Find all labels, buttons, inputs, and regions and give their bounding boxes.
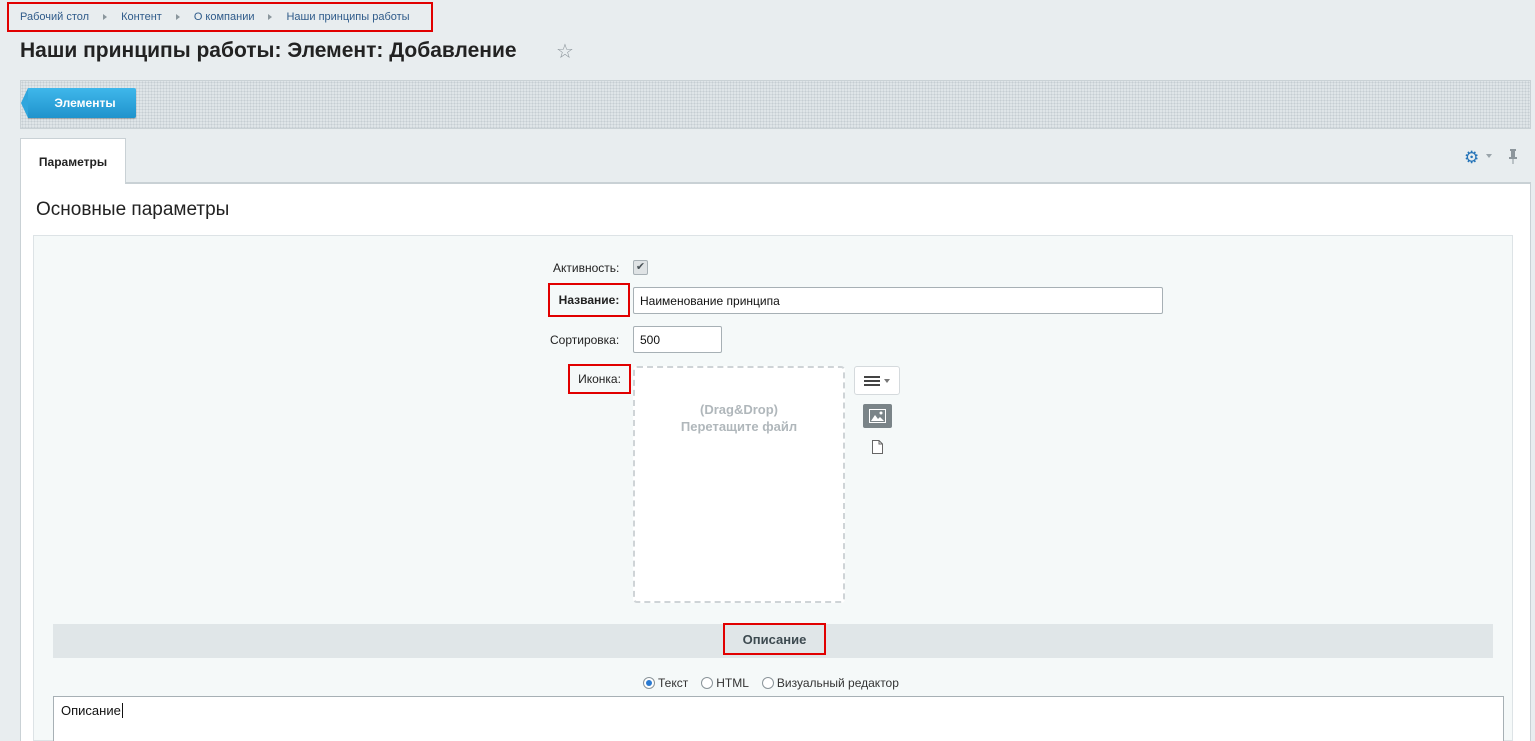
image-icon[interactable] [863, 404, 892, 428]
breadcrumb-arrow-icon [103, 14, 108, 20]
menu-icon [864, 375, 880, 386]
mode-visual-option[interactable]: Визуальный редактор [761, 676, 899, 690]
dropzone-text: Перетащите файл [680, 419, 798, 434]
section-title: Основные параметры [36, 199, 230, 220]
breadcrumb-item-about[interactable]: О компании [194, 11, 255, 23]
name-input[interactable]: Наименование принципа [633, 287, 1163, 314]
name-label: Название: [548, 283, 630, 317]
toolbar [20, 80, 1531, 129]
description-mode-selector: Текст HTML Визуальный редактор [643, 676, 912, 690]
description-textarea[interactable]: Описание [53, 696, 1504, 741]
elements-button-label: Элементы [54, 96, 116, 110]
description-title: Описание [723, 623, 826, 655]
mode-visual-label: Визуальный редактор [776, 676, 899, 690]
description-value: Описание [61, 703, 121, 718]
tab-parameters[interactable]: Параметры [20, 138, 126, 184]
active-label: Активность: [553, 261, 620, 275]
page-title: Наши принципы работы: Элемент: Добавлени… [20, 39, 517, 62]
radio-icon[interactable] [701, 677, 714, 689]
radio-checked-icon[interactable] [643, 677, 655, 689]
file-dropzone[interactable]: (Drag&Drop) Перетащите файл [633, 366, 845, 603]
breadcrumb-item-desktop[interactable]: Рабочий стол [20, 11, 89, 23]
icon-label: Иконка: [568, 364, 631, 394]
tab-strip [20, 182, 1531, 184]
elements-button[interactable]: Элементы [21, 88, 136, 118]
breadcrumb-arrow-icon [175, 14, 180, 20]
gear-icon[interactable]: ⚙ [1464, 149, 1479, 166]
dropzone-hint: (Drag&Drop) [700, 402, 778, 417]
breadcrumb-arrow-icon [268, 14, 273, 20]
breadcrumb-item-principles[interactable]: Наши принципы работы [286, 11, 409, 23]
breadcrumb: Рабочий стол Контент О компании Наши при… [7, 2, 433, 32]
star-icon[interactable]: ☆ [556, 42, 574, 62]
file-menu-button[interactable] [854, 366, 900, 395]
active-checkbox[interactable]: ✔ [633, 260, 648, 275]
breadcrumb-item-content[interactable]: Контент [121, 11, 162, 23]
chevron-down-icon [884, 378, 890, 383]
pin-icon[interactable] [1508, 148, 1518, 167]
chevron-down-icon[interactable] [1486, 154, 1492, 158]
checkmark-icon: ✔ [635, 261, 646, 273]
radio-icon[interactable] [761, 677, 774, 689]
file-icon[interactable] [872, 440, 883, 454]
tab-label: Параметры [38, 154, 108, 169]
text-cursor [121, 703, 123, 718]
sort-label: Сортировка: [550, 333, 620, 347]
mode-html-label: HTML [716, 676, 749, 690]
mode-html-option[interactable]: HTML [701, 676, 749, 690]
mode-text-option[interactable]: Текст [643, 676, 688, 690]
mode-text-label: Текст [658, 676, 689, 690]
sort-input[interactable]: 500 [633, 326, 722, 353]
